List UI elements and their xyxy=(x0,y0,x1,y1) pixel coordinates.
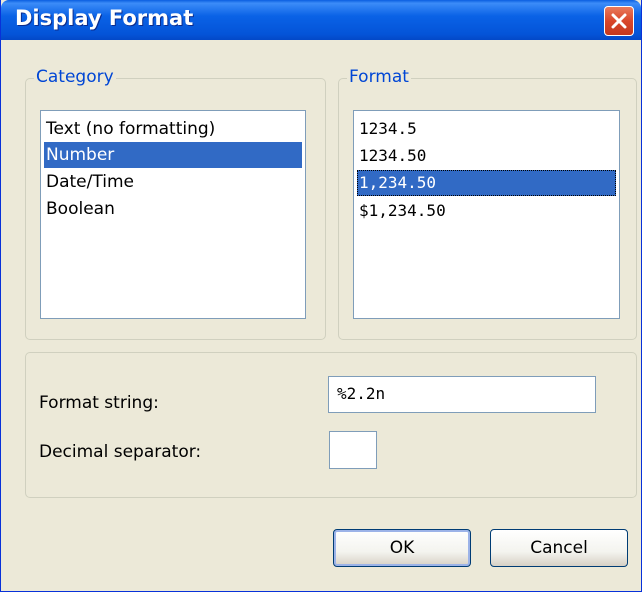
close-icon xyxy=(611,13,627,29)
format-listbox[interactable]: 1234.5 1234.50 1,234.50 $1,234.50 xyxy=(353,110,620,319)
decimal-separator-input[interactable] xyxy=(329,431,377,469)
category-item-text[interactable]: Text (no formatting) xyxy=(44,116,302,142)
format-string-label: Format string: xyxy=(39,393,159,413)
close-button[interactable] xyxy=(604,6,634,36)
format-group: Format 1234.5 1234.50 1,234.50 $1,234.50 xyxy=(338,67,637,340)
category-item-number[interactable]: Number xyxy=(44,142,302,168)
ok-button[interactable]: OK xyxy=(333,529,471,567)
window-title: Display Format xyxy=(15,6,194,30)
format-item-two-decimals[interactable]: 1234.50 xyxy=(357,143,616,169)
format-item-thousands[interactable]: 1,234.50 xyxy=(357,170,616,196)
title-bar[interactable]: Display Format xyxy=(1,0,641,40)
category-group: Category Text (no formatting) Number Dat… xyxy=(25,67,326,340)
decimal-separator-label: Decimal separator: xyxy=(39,442,202,462)
options-group: Format string: %2.2n Decimal separator: xyxy=(25,352,637,498)
display-format-dialog: Display Format Category Text (no formatt… xyxy=(0,0,642,592)
format-item-plain[interactable]: 1234.5 xyxy=(357,116,616,142)
category-listbox[interactable]: Text (no formatting) Number Date/Time Bo… xyxy=(40,110,306,319)
format-string-input[interactable]: %2.2n xyxy=(328,376,596,413)
category-item-boolean[interactable]: Boolean xyxy=(44,196,302,222)
format-legend: Format xyxy=(347,67,411,87)
format-item-currency[interactable]: $1,234.50 xyxy=(357,198,616,224)
category-legend: Category xyxy=(34,67,116,87)
cancel-button[interactable]: Cancel xyxy=(490,529,628,567)
category-item-datetime[interactable]: Date/Time xyxy=(44,169,302,195)
